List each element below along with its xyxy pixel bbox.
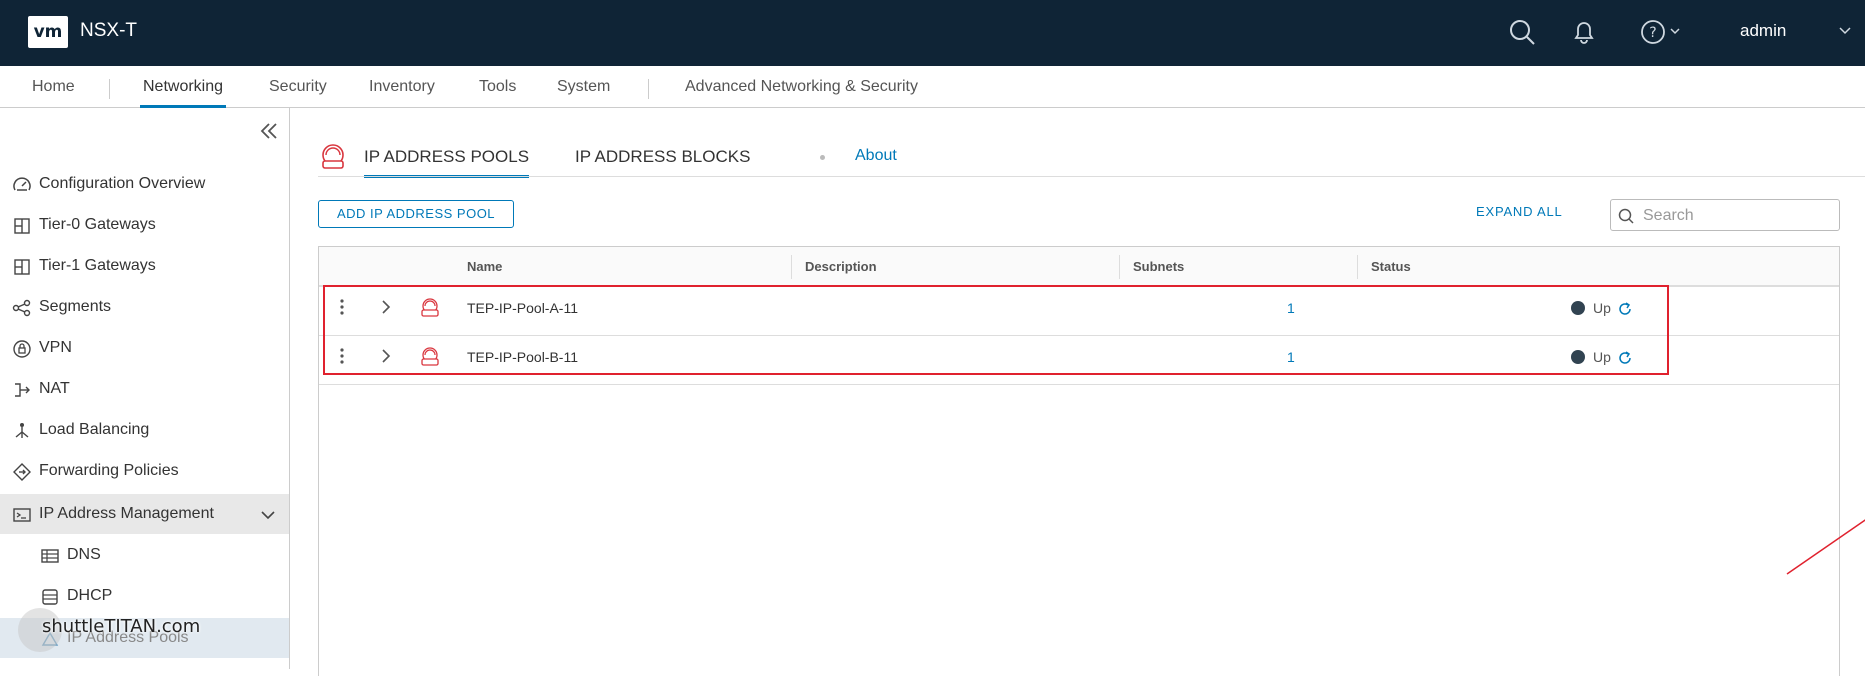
search-icon[interactable] xyxy=(1508,18,1536,46)
sidebar-item-segments[interactable]: Segments xyxy=(0,287,289,327)
vpn-icon xyxy=(13,340,31,358)
tab-ip-address-pools[interactable]: IP ADDRESS POOLS xyxy=(364,147,530,178)
nav-home[interactable]: Home xyxy=(32,78,75,108)
search-icon xyxy=(1618,208,1634,224)
dns-icon xyxy=(41,549,59,563)
sidebar-item-label: Load Balancing xyxy=(39,421,150,438)
search-box xyxy=(1610,199,1840,231)
sidebar-item-tier-1-gateways[interactable]: Tier-1 Gateways xyxy=(0,246,289,286)
gateway-icon xyxy=(14,218,30,234)
sidebar-item-label: Segments xyxy=(39,298,112,315)
bell-icon[interactable] xyxy=(1570,18,1598,46)
app-title: NSX-T xyxy=(80,20,137,41)
help-icon[interactable]: ? xyxy=(1640,18,1668,46)
main-content: IP ADDRESS POOLS IP ADDRESS BLOCKS About… xyxy=(290,108,1865,676)
sidebar-item-label: DHCP xyxy=(67,587,113,604)
chevron-down-icon[interactable] xyxy=(260,507,276,523)
nav-networking[interactable]: Networking xyxy=(140,78,227,108)
expand-all-button[interactable]: EXPAND ALL xyxy=(1476,204,1563,219)
column-header-status[interactable]: Status xyxy=(1371,259,1411,274)
sidebar-item-tier-0-gateways[interactable]: Tier-0 Gateways xyxy=(0,205,289,245)
search-input[interactable] xyxy=(1643,205,1833,227)
nav-advanced-networking-security[interactable]: Advanced Networking & Security xyxy=(685,78,918,108)
user-menu[interactable]: admin xyxy=(1740,21,1786,41)
sidebar-item-label: IP Address Management xyxy=(39,505,214,522)
sidebar-item-nat[interactable]: NAT xyxy=(0,369,289,409)
column-divider[interactable] xyxy=(791,255,792,279)
top-nav: Home Networking Security Inventory Tools… xyxy=(0,66,1865,108)
ip-pool-icon xyxy=(41,631,59,646)
sidebar-item-load-balancing[interactable]: Load Balancing xyxy=(0,410,289,450)
sidebar-item-label: Tier-1 Gateways xyxy=(39,257,156,274)
sidebar-item-label: NAT xyxy=(39,380,70,397)
ip-management-icon xyxy=(13,508,31,522)
dhcp-icon xyxy=(42,589,58,605)
sidebar-item-label: Tier-0 Gateways xyxy=(39,216,156,233)
add-ip-address-pool-button[interactable]: ADD IP ADDRESS POOL xyxy=(318,200,514,228)
sidebar-item-dhcp[interactable]: DHCP xyxy=(0,576,289,616)
column-header-name[interactable]: Name xyxy=(467,259,502,274)
vmware-logo: vm xyxy=(28,16,68,48)
collapse-sidebar-icon[interactable] xyxy=(258,120,280,142)
column-divider[interactable] xyxy=(1119,255,1120,279)
sidebar-item-ip-address-pools[interactable]: IP Address Pools xyxy=(0,618,289,658)
about-link[interactable]: About xyxy=(855,147,897,165)
table-header: Name Description Subnets Status xyxy=(319,247,1839,287)
nat-icon xyxy=(15,383,30,397)
annotation-arrow xyxy=(1786,519,1865,575)
tab-separator xyxy=(820,155,825,160)
nav-divider xyxy=(109,79,110,99)
column-header-subnets[interactable]: Subnets xyxy=(1133,259,1184,274)
dashboard-icon xyxy=(13,177,31,191)
chevron-down-icon[interactable] xyxy=(1838,24,1852,38)
ip-pool-icon xyxy=(322,144,344,169)
column-divider[interactable] xyxy=(1357,255,1358,279)
sidebar-item-ip-address-management[interactable]: IP Address Management xyxy=(0,494,289,534)
sidebar-item-vpn[interactable]: VPN xyxy=(0,328,289,368)
gateway-icon xyxy=(14,259,30,275)
sidebar-item-label: VPN xyxy=(39,339,72,356)
sidebar-item-label: Forwarding Policies xyxy=(39,462,179,479)
sidebar-item-forwarding-policies[interactable]: Forwarding Policies xyxy=(0,451,289,491)
annotation-highlight-box xyxy=(323,285,1669,375)
nav-inventory[interactable]: Inventory xyxy=(369,78,435,108)
app-header: vm NSX-T ? admin xyxy=(0,0,1865,66)
sidebar-item-dns[interactable]: DNS xyxy=(0,535,289,575)
ip-pools-table: Name Description Subnets Status TEP-IP-P… xyxy=(318,246,1840,676)
sidebar-item-configuration-overview[interactable]: Configuration Overview xyxy=(0,164,289,204)
forwarding-icon xyxy=(13,463,31,481)
svg-text:?: ? xyxy=(1649,25,1656,41)
help-chevron-down-icon[interactable] xyxy=(1670,26,1680,36)
sidebar-item-label: DNS xyxy=(67,546,101,563)
sidebar: Configuration Overview Tier-0 Gateways T… xyxy=(0,108,290,669)
nav-security[interactable]: Security xyxy=(269,78,327,108)
nav-divider xyxy=(648,79,649,99)
nav-system[interactable]: System xyxy=(557,78,610,108)
column-header-description[interactable]: Description xyxy=(805,259,877,274)
tab-ip-address-blocks[interactable]: IP ADDRESS BLOCKS xyxy=(575,147,750,175)
load-balancing-icon xyxy=(15,423,29,438)
nav-tools[interactable]: Tools xyxy=(479,78,516,108)
sidebar-item-label: IP Address Pools xyxy=(67,629,189,646)
tabs-divider xyxy=(318,176,1865,177)
segments-icon xyxy=(12,299,31,317)
sidebar-item-label: Configuration Overview xyxy=(39,175,206,192)
